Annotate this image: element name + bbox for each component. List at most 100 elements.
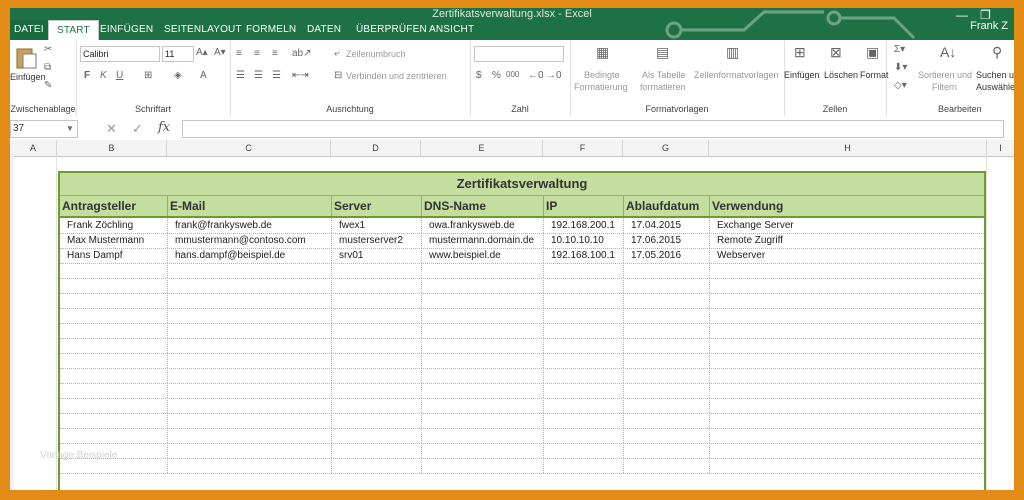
column-header-g[interactable]: G <box>623 140 709 156</box>
align-left-icon[interactable]: ☰ <box>236 70 245 81</box>
tab-view[interactable]: ANSICHT <box>429 20 474 40</box>
cell-email[interactable] <box>168 398 332 413</box>
cell-email[interactable] <box>168 278 332 293</box>
cell-dns-name[interactable] <box>422 428 544 443</box>
cell-server[interactable] <box>332 428 422 443</box>
cell-ablaufdatum[interactable] <box>624 458 710 473</box>
cell-antragsteller[interactable] <box>60 308 168 323</box>
header-verwendung[interactable]: Verwendung <box>710 196 984 216</box>
cell-ip[interactable]: 192.168.100.1 <box>544 248 624 263</box>
cell-email[interactable] <box>168 353 332 368</box>
cell-server[interactable]: srv01 <box>332 248 422 263</box>
cell-ablaufdatum[interactable] <box>624 398 710 413</box>
cell-verwendung[interactable] <box>710 338 984 353</box>
delete-cells-button[interactable]: Löschen <box>824 70 858 80</box>
cell-antragsteller[interactable] <box>60 293 168 308</box>
cell-styles-button[interactable]: Zellenformatvorlagen <box>694 70 779 80</box>
fill-color-icon[interactable]: ◈ <box>174 70 182 81</box>
cell-antragsteller[interactable] <box>60 398 168 413</box>
delete-cells-icon[interactable]: ⊠ <box>830 44 842 61</box>
percent-button[interactable]: % <box>492 70 501 81</box>
cell-server[interactable] <box>332 338 422 353</box>
cell-ablaufdatum[interactable] <box>624 383 710 398</box>
cell-email[interactable]: hans.dampf@beispiel.de <box>168 248 332 263</box>
cell-ip[interactable] <box>544 383 624 398</box>
align-right-icon[interactable]: ☰ <box>272 70 281 81</box>
cell-ip[interactable] <box>544 353 624 368</box>
format-painter-icon[interactable]: ✎ <box>44 80 52 91</box>
cell-dns-name[interactable]: owa.frankysweb.de <box>422 218 544 233</box>
shrink-font-icon[interactable]: A▾ <box>214 47 226 58</box>
cell-verwendung[interactable] <box>710 383 984 398</box>
cell-ip[interactable] <box>544 278 624 293</box>
cell-antragsteller[interactable] <box>60 338 168 353</box>
cell-email[interactable] <box>168 293 332 308</box>
cell-server[interactable] <box>332 323 422 338</box>
cell-server[interactable] <box>332 413 422 428</box>
cell-email[interactable] <box>168 443 332 458</box>
currency-button[interactable]: $ <box>476 70 482 81</box>
cell-verwendung[interactable] <box>710 278 984 293</box>
cell-ip[interactable] <box>544 398 624 413</box>
cell-antragsteller[interactable] <box>60 263 168 278</box>
cell-dns-name[interactable] <box>422 443 544 458</box>
cell-dns-name[interactable] <box>422 338 544 353</box>
tab-file[interactable]: DATEI <box>10 20 48 40</box>
cell-ip[interactable] <box>544 458 624 473</box>
cell-dns-name[interactable]: mustermann.domain.de <box>422 233 544 248</box>
tab-formulas[interactable]: FORMELN <box>246 20 296 40</box>
cell-server[interactable] <box>332 368 422 383</box>
cell-verwendung[interactable] <box>710 398 984 413</box>
sort-filter-icon[interactable]: A↓ <box>940 44 956 60</box>
column-header-b[interactable]: B <box>57 140 167 156</box>
increase-decimal-icon[interactable]: ←0 <box>528 70 544 81</box>
cell-verwendung[interactable] <box>710 458 984 473</box>
wrap-text-icon[interactable]: ⤶ <box>334 48 340 59</box>
cell-antragsteller[interactable] <box>60 413 168 428</box>
cell-ablaufdatum[interactable]: 17.06.2015 <box>624 233 710 248</box>
decrease-decimal-icon[interactable]: →0 <box>546 70 562 81</box>
cell-dns-name[interactable] <box>422 458 544 473</box>
tab-start[interactable]: START <box>48 20 99 42</box>
cell-ablaufdatum[interactable] <box>624 368 710 383</box>
cell-ablaufdatum[interactable] <box>624 413 710 428</box>
thousands-button[interactable]: 000 <box>506 70 519 79</box>
copy-icon[interactable]: ⧉ <box>44 62 51 73</box>
cell-antragsteller[interactable]: Hans Dampf <box>60 248 168 263</box>
format-as-table-label-1[interactable]: Als Tabelle <box>642 70 685 80</box>
cell-verwendung[interactable] <box>710 413 984 428</box>
cell-server[interactable] <box>332 353 422 368</box>
cell-ip[interactable] <box>544 443 624 458</box>
wrap-text-button[interactable]: Zeilenumbruch <box>346 49 406 59</box>
cell-email[interactable] <box>168 383 332 398</box>
cell-ablaufdatum[interactable] <box>624 443 710 458</box>
column-header-f[interactable]: F <box>543 140 623 156</box>
column-header-i[interactable]: I <box>987 140 1014 156</box>
cell-antragsteller[interactable] <box>60 428 168 443</box>
cell-antragsteller[interactable]: Frank Zöchling <box>60 218 168 233</box>
cell-email[interactable] <box>168 323 332 338</box>
cell-ablaufdatum[interactable] <box>624 428 710 443</box>
cell-verwendung[interactable] <box>710 443 984 458</box>
cell-ip[interactable] <box>544 293 624 308</box>
cell-dns-name[interactable] <box>422 323 544 338</box>
cell-server[interactable]: musterserver2 <box>332 233 422 248</box>
cell-server[interactable] <box>332 443 422 458</box>
cell-ip[interactable] <box>544 263 624 278</box>
conditional-format-icon[interactable]: ▦ <box>596 44 609 61</box>
indent-icon[interactable]: ⇤⇥ <box>292 70 309 81</box>
cell-server[interactable]: fwex1 <box>332 218 422 233</box>
cell-email[interactable] <box>168 413 332 428</box>
cell-verwendung[interactable] <box>710 353 984 368</box>
cell-ablaufdatum[interactable] <box>624 323 710 338</box>
tab-data[interactable]: DATEN <box>307 20 341 40</box>
cell-dns-name[interactable] <box>422 263 544 278</box>
header-antragsteller[interactable]: Antragsteller <box>60 196 168 216</box>
cell-server[interactable] <box>332 398 422 413</box>
autosum-icon[interactable]: Σ▾ <box>894 44 905 55</box>
cell-email[interactable] <box>168 458 332 473</box>
cell-ablaufdatum[interactable] <box>624 278 710 293</box>
cell-antragsteller[interactable] <box>60 278 168 293</box>
cell-ip[interactable] <box>544 308 624 323</box>
grow-font-icon[interactable]: A▴ <box>196 47 208 58</box>
